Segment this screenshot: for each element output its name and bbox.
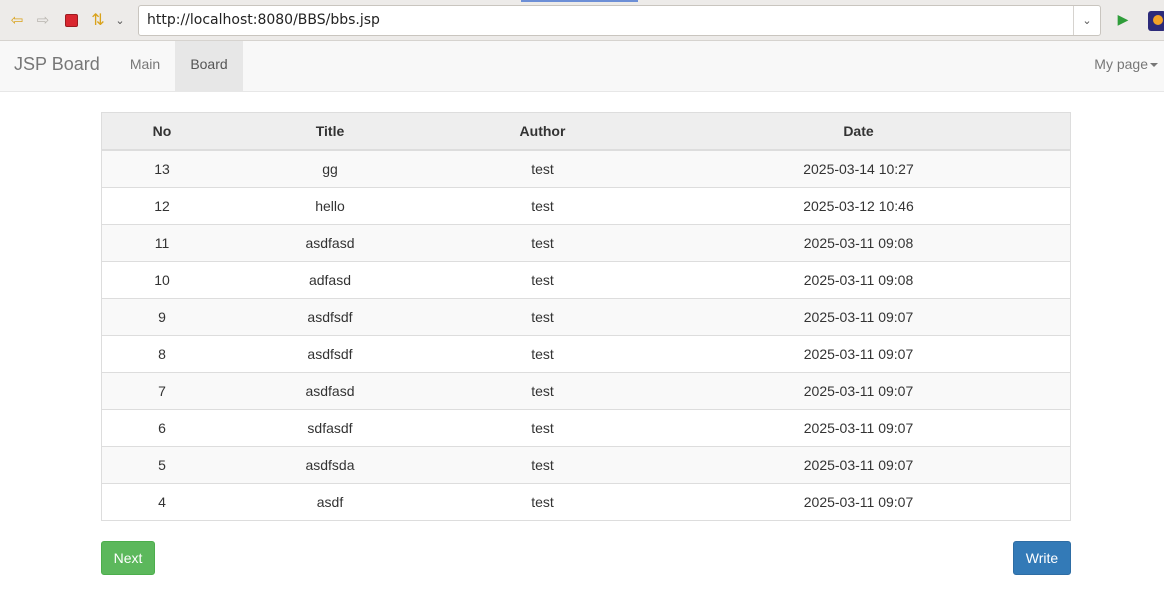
navbar-brand[interactable]: JSP Board [14,41,100,91]
cell-title-link[interactable]: asdf [222,483,438,521]
cell-title-link[interactable]: asdfsdf [222,298,438,336]
cell-author: test [438,298,647,336]
table-row: 6 sdfasdf test 2025-03-11 09:07 [101,409,1071,447]
cell-no: 10 [101,261,222,299]
my-page-label: My page [1094,56,1148,72]
cell-date: 2025-03-12 10:46 [647,187,1071,225]
cell-title-link[interactable]: asdfasd [222,372,438,410]
cell-date: 2025-03-11 09:07 [647,409,1071,447]
cell-author: test [438,483,647,521]
cell-author: test [438,224,647,262]
cell-no: 11 [101,224,222,262]
eclipse-icon[interactable] [1148,11,1164,31]
cell-title-link[interactable]: asdfsdf [222,335,438,373]
stop-icon[interactable] [61,9,81,31]
cell-author: test [438,335,647,373]
cell-no: 13 [101,149,222,188]
table-row: 13 gg test 2025-03-14 10:27 [101,149,1071,188]
table-header-row: No Title Author Date [101,112,1071,151]
back-icon[interactable]: ⇦ [7,9,27,31]
cell-author: test [438,372,647,410]
cell-title-link[interactable]: asdfsda [222,446,438,484]
cell-no: 7 [101,372,222,410]
cell-date: 2025-03-11 09:08 [647,261,1071,299]
cell-author: test [438,261,647,299]
cell-title-link[interactable]: hello [222,187,438,225]
nav-item-main[interactable]: Main [115,41,175,91]
cell-no: 6 [101,409,222,447]
table-row: 8 asdfsdf test 2025-03-11 09:07 [101,335,1071,373]
url-text[interactable]: http://localhost:8080/BBS/bbs.jsp [147,6,380,35]
cell-title-link[interactable]: asdfasd [222,224,438,262]
table-row: 12 hello test 2025-03-12 10:46 [101,187,1071,225]
my-page-dropdown[interactable]: My page [1088,41,1158,91]
cell-author: test [438,149,647,188]
cell-no: 4 [101,483,222,521]
table-row: 10 adfasd test 2025-03-11 09:08 [101,261,1071,299]
header-title: Title [222,112,438,151]
cell-title-link[interactable]: gg [222,149,438,188]
cell-date: 2025-03-11 09:08 [647,224,1071,262]
cell-date: 2025-03-14 10:27 [647,149,1071,188]
cell-title-link[interactable]: sdfasdf [222,409,438,447]
go-icon[interactable]: ▶ [1113,9,1133,31]
cell-no: 8 [101,335,222,373]
cell-date: 2025-03-11 09:07 [647,446,1071,484]
header-date: Date [647,112,1071,151]
next-button[interactable]: Next [101,541,155,575]
url-bar[interactable]: http://localhost:8080/BBS/bbs.jsp ⌄ [138,5,1101,36]
table-row: 7 asdfasd test 2025-03-11 09:07 [101,372,1071,410]
nav-item-board[interactable]: Board [175,41,243,91]
refresh-icon[interactable]: ⇅ [88,9,108,31]
cell-date: 2025-03-11 09:07 [647,298,1071,336]
cell-date: 2025-03-11 09:07 [647,372,1071,410]
forward-icon[interactable]: ⇨ [33,9,53,31]
cell-date: 2025-03-11 09:07 [647,483,1071,521]
table-row: 4 asdf test 2025-03-11 09:07 [101,483,1071,521]
write-button[interactable]: Write [1013,541,1071,575]
caret-down-icon [1150,63,1158,68]
history-dropdown-icon[interactable]: ⌄ [110,9,130,31]
url-dropdown-icon[interactable]: ⌄ [1073,6,1100,35]
cell-title-link[interactable]: adfasd [222,261,438,299]
browser-toolbar: ⇦ ⇨ ⇅ ⌄ http://localhost:8080/BBS/bbs.js… [0,0,1164,41]
cell-no: 5 [101,446,222,484]
cell-author: test [438,187,647,225]
cell-no: 9 [101,298,222,336]
cell-author: test [438,409,647,447]
table-row: 11 asdfasd test 2025-03-11 09:08 [101,224,1071,262]
navbar: JSP Board Main Board My page [0,41,1164,92]
cell-author: test [438,446,647,484]
board-table: No Title Author Date 13 gg test 2025-03-… [101,112,1071,521]
cell-no: 12 [101,187,222,225]
table-row: 5 asdfsda test 2025-03-11 09:07 [101,446,1071,484]
cell-date: 2025-03-11 09:07 [647,335,1071,373]
header-author: Author [438,112,647,151]
loading-indicator [521,0,638,2]
table-row: 9 asdfsdf test 2025-03-11 09:07 [101,298,1071,336]
header-no: No [101,112,222,151]
